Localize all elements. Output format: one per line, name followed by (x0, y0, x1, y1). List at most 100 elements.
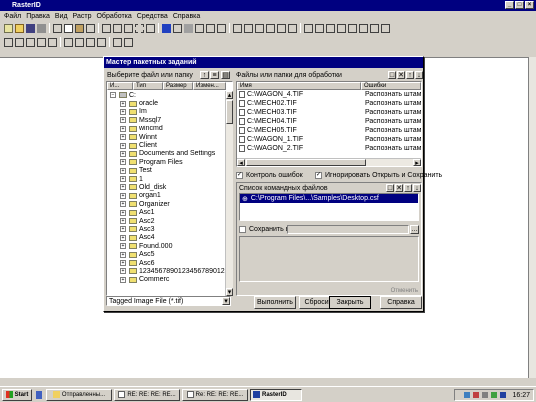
add-files-icon[interactable]: □ (388, 71, 396, 79)
command-up-icon[interactable]: ↑ (404, 184, 412, 192)
col-name[interactable]: И... (107, 82, 133, 90)
tray-volume-icon[interactable] (482, 392, 489, 398)
select-icon[interactable] (102, 23, 111, 33)
file-name[interactable]: C:\WAGON_1.TIF (247, 136, 365, 143)
file-tree-view[interactable]: И... Тип Размер Измен... − C: + oracle + Im… (106, 81, 233, 296)
scroll-left-icon[interactable]: ◂ (237, 159, 245, 167)
settings-icon[interactable] (113, 37, 122, 47)
scroll-down-icon[interactable]: ▾ (226, 288, 233, 296)
print-icon[interactable] (37, 23, 46, 33)
tree-item[interactable]: Documents and Settings (139, 150, 215, 157)
canvas-vertical-scrollbar[interactable] (528, 57, 536, 378)
arc-icon[interactable] (233, 23, 242, 33)
tree-item[interactable]: Asc1 (139, 209, 155, 216)
run-button[interactable]: Выполнить (254, 296, 296, 309)
scroll-right-icon[interactable]: ▸ (413, 159, 421, 167)
tree-item[interactable]: Commerc (139, 276, 169, 283)
file-type-filter[interactable]: Tagged Image File (*.tif) ▾ (106, 296, 231, 306)
menu-view[interactable]: Вид (55, 13, 68, 20)
col-modified[interactable]: Измен... (193, 82, 226, 90)
fill-icon[interactable] (184, 23, 193, 33)
tree-item[interactable]: Winnt (139, 134, 157, 141)
close-icon[interactable]: × (525, 1, 534, 9)
vector-icon[interactable] (266, 23, 275, 33)
help-button[interactable]: Справка (380, 296, 422, 309)
file-name[interactable]: C:\MECH05.TIF (247, 127, 365, 134)
remove-command-icon[interactable]: ✕ (395, 184, 403, 192)
ignore-open-save-checkbox[interactable]: ✓ (315, 171, 322, 179)
scroll-up-icon[interactable]: ▴ (226, 91, 233, 99)
batch-icon[interactable] (86, 37, 95, 47)
tree-item[interactable]: Old_disk (139, 184, 166, 191)
mirror-icon[interactable] (48, 37, 57, 47)
tray-network-icon[interactable] (464, 392, 471, 398)
tree-item[interactable]: C: (129, 92, 136, 99)
task-button[interactable]: Re: RE: RE: RE... (182, 388, 248, 401)
eraser-icon[interactable] (173, 23, 182, 33)
help-icon[interactable] (124, 37, 133, 47)
tree-item[interactable]: Asc3 (139, 226, 155, 233)
details-view-icon[interactable]: ≡ (210, 71, 219, 79)
menu-raster[interactable]: Растр (73, 13, 92, 20)
tree-item[interactable]: Found.000 (139, 243, 172, 250)
file-name[interactable]: C:\WAGON_2.TIF (247, 145, 365, 152)
save-in-checkbox[interactable] (239, 225, 246, 233)
move-down-icon[interactable]: ↓ (415, 71, 423, 79)
pan-icon[interactable] (348, 23, 357, 33)
fit-width-icon[interactable] (370, 23, 379, 33)
menu-help[interactable]: Справка (173, 13, 200, 20)
open-folder-icon[interactable] (15, 23, 24, 33)
close-button[interactable]: Закрыть (329, 296, 371, 309)
stamp-icon[interactable] (64, 37, 73, 47)
cut-icon[interactable] (53, 23, 62, 33)
hscroll-thumb[interactable] (246, 159, 366, 166)
command-item[interactable]: ⊕ C:\Program Files\...\Samples\Desktop.c… (240, 194, 418, 203)
tree-item[interactable]: organ1 (139, 192, 161, 199)
save-in-option[interactable]: Сохранить в ... … (237, 223, 421, 235)
line-icon[interactable] (113, 23, 122, 33)
brush-icon[interactable] (162, 23, 171, 33)
ignore-open-save-option[interactable]: ✓ Игнорировать Открыть и Сохранить (315, 170, 442, 180)
quick-launch-icon[interactable] (34, 389, 44, 401)
task-button[interactable]: Отправленны... (46, 388, 112, 401)
remove-files-icon[interactable]: ✕ (397, 71, 405, 79)
list-view-icon[interactable]: ▤ (221, 71, 230, 79)
command-files-list[interactable]: ⊕ C:\Program Files\...\Samples\Desktop.c… (239, 193, 419, 221)
tree-scrollbar[interactable]: ▴ ▾ (225, 91, 233, 296)
paste-icon[interactable] (75, 23, 84, 33)
cancel-link[interactable]: Отменить (391, 288, 418, 294)
tree-item[interactable]: wincmd (139, 125, 163, 132)
browse-folder-icon[interactable]: … (410, 224, 419, 234)
despeckle-icon[interactable] (15, 37, 24, 47)
tray-app-icon[interactable] (491, 392, 498, 398)
tree-item[interactable]: 1 (139, 176, 143, 183)
tree-item[interactable]: Organizer (139, 201, 170, 208)
menu-tools[interactable]: Средства (137, 13, 168, 20)
undo-icon[interactable] (86, 23, 95, 33)
invert-icon[interactable] (37, 37, 46, 47)
col-file-name[interactable]: Имя (237, 82, 361, 90)
move-up-icon[interactable]: ↑ (406, 71, 414, 79)
fit-page-icon[interactable] (359, 23, 368, 33)
tray-antivirus-icon[interactable] (473, 392, 480, 398)
text-icon[interactable] (195, 23, 204, 33)
menu-file[interactable]: Файл (4, 13, 21, 20)
tree-item[interactable]: Program Files (139, 159, 183, 166)
tree-item[interactable]: Im (139, 108, 147, 115)
layer-icon[interactable] (288, 23, 297, 33)
file-name[interactable]: C:\MECH04.TIF (247, 118, 365, 125)
task-button-active[interactable]: RasterID (250, 388, 302, 401)
copy-icon[interactable] (64, 23, 73, 33)
menu-edit[interactable]: Правка (26, 13, 50, 20)
zoom-out-icon[interactable] (326, 23, 335, 33)
polyline-icon[interactable] (255, 23, 264, 33)
zoom-actual-icon[interactable] (337, 23, 346, 33)
tools-icon[interactable] (97, 37, 106, 47)
start-button[interactable]: Start (2, 388, 32, 401)
zoom-in-icon[interactable] (315, 23, 324, 33)
deskew-icon[interactable] (26, 37, 35, 47)
check-errors-option[interactable]: ✓ Контроль ошибок (236, 170, 303, 180)
menu-processing[interactable]: Обработка (96, 13, 131, 20)
tree-item[interactable]: Asc6 (139, 260, 155, 267)
col-type[interactable]: Тип (133, 82, 163, 90)
